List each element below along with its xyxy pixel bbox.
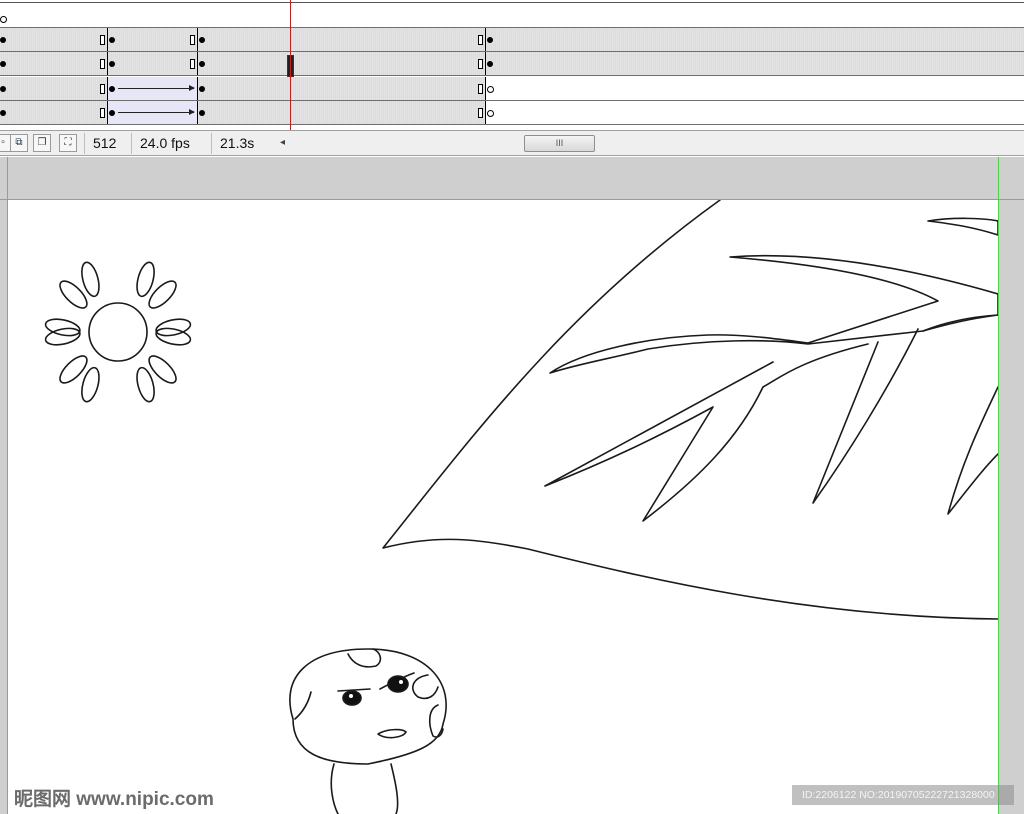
timeline-panel [0, 0, 1024, 130]
sun-drawing[interactable] [44, 260, 192, 403]
keyframe[interactable] [199, 61, 205, 67]
timeline-layer-row[interactable] [0, 77, 1024, 101]
keyframe[interactable] [109, 61, 115, 67]
keyframe-end[interactable] [100, 108, 105, 118]
leaf-drawing[interactable] [382, 199, 998, 620]
keyframe[interactable] [109, 37, 115, 43]
timeline-layer-row[interactable] [0, 52, 1024, 76]
stage-canvas[interactable] [8, 199, 998, 814]
modify-markers-icon[interactable]: ⛶ [59, 134, 77, 152]
keyframe[interactable] [487, 61, 493, 67]
keyframe[interactable] [109, 110, 115, 116]
keyframe-end[interactable] [100, 84, 105, 94]
keyframe[interactable] [0, 86, 6, 92]
keyframe-end[interactable] [478, 108, 483, 118]
keyframe[interactable] [199, 110, 205, 116]
keyframe-end[interactable] [478, 84, 483, 94]
edit-multiple-frames-icon[interactable]: ❐ [33, 134, 51, 152]
frame-rate[interactable]: 24.0 fps [131, 133, 210, 154]
timeline-ruler[interactable] [0, 0, 1024, 28]
keyframe[interactable] [0, 61, 6, 67]
keyframe-end[interactable] [100, 35, 105, 45]
keyframe-empty[interactable] [0, 16, 7, 23]
playhead[interactable] [290, 0, 291, 130]
keyframe[interactable] [199, 86, 205, 92]
keyframe-end[interactable] [100, 59, 105, 69]
keyframe-end[interactable] [190, 59, 195, 69]
keyframe[interactable] [0, 37, 6, 43]
current-frame[interactable]: 512 [84, 133, 135, 154]
tween-arrow [118, 109, 195, 115]
timeline-layer-row[interactable] [0, 28, 1024, 52]
keyframe-end[interactable] [478, 59, 483, 69]
keyframe-end[interactable] [190, 35, 195, 45]
tween-arrow [118, 85, 195, 91]
timeline-status-bar: ▫ ⧉ ❐ ⛶ 512 24.0 fps 21.3s ◂ III [0, 130, 1024, 156]
mushroom-character-drawing[interactable] [289, 648, 447, 814]
guide-line-top[interactable] [0, 199, 1024, 200]
keyframe-end[interactable] [478, 35, 483, 45]
pasteboard[interactable] [0, 157, 1024, 814]
elapsed-time: 21.3s [211, 133, 272, 154]
timeline-layer-row[interactable] [0, 101, 1024, 125]
keyframe[interactable] [487, 37, 493, 43]
guide-line-right[interactable] [998, 157, 999, 814]
watermark-site: 昵图网 www.nipic.com [14, 789, 214, 810]
keyframe[interactable] [109, 86, 115, 92]
keyframe[interactable] [0, 110, 6, 116]
scroll-left-arrow-icon[interactable]: ◂ [280, 137, 285, 148]
keyframe-empty[interactable] [487, 110, 494, 117]
watermark-id: ID:2206122 NO:20190705222721328000 [792, 785, 1014, 805]
keyframe[interactable] [199, 37, 205, 43]
horizontal-scrollbar-thumb[interactable]: III [524, 135, 595, 152]
guide-line-left[interactable] [7, 157, 8, 814]
stage-artwork [44, 199, 998, 814]
keyframe-empty[interactable] [487, 86, 494, 93]
onion-skin-outline-icon[interactable]: ⧉ [10, 134, 28, 152]
